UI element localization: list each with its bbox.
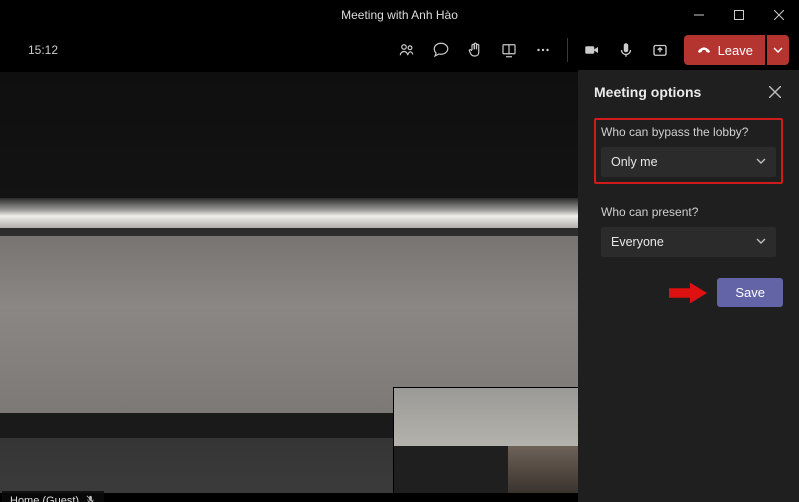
participant-name-pill: Home (Guest) <box>2 491 104 502</box>
save-button[interactable]: Save <box>717 278 783 307</box>
meeting-toolbar: 15:12 Leave <box>0 30 799 70</box>
toolbar-controls: Leave <box>391 30 789 70</box>
leave-button[interactable]: Leave <box>684 35 765 65</box>
camera-icon[interactable] <box>576 34 608 66</box>
chevron-down-icon <box>756 155 766 169</box>
chevron-down-icon <box>756 235 766 249</box>
present-select[interactable]: Everyone <box>601 227 776 257</box>
panel-close-button[interactable] <box>769 85 783 99</box>
present-label: Who can present? <box>601 205 776 219</box>
share-icon[interactable] <box>644 34 676 66</box>
present-select-value: Everyone <box>611 235 664 249</box>
save-row: Save <box>594 278 783 307</box>
more-actions-icon[interactable] <box>527 34 559 66</box>
mic-muted-icon <box>85 494 96 502</box>
close-button[interactable] <box>759 0 799 30</box>
lobby-select[interactable]: Only me <box>601 147 776 177</box>
window-controls <box>679 0 799 30</box>
raise-hand-icon[interactable] <box>459 34 491 66</box>
meeting-timer: 15:12 <box>28 43 58 57</box>
panel-title: Meeting options <box>594 84 701 100</box>
leave-group: Leave <box>684 35 789 65</box>
leave-caret-button[interactable] <box>767 35 789 65</box>
people-icon[interactable] <box>391 34 423 66</box>
chat-icon[interactable] <box>425 34 457 66</box>
participant-name: Home (Guest) <box>10 495 79 502</box>
title-bar: Meeting with Anh Hào <box>0 0 799 30</box>
lobby-option-group: Who can bypass the lobby? Only me <box>594 118 783 184</box>
mic-icon[interactable] <box>610 34 642 66</box>
arrow-annotation <box>669 281 707 305</box>
toolbar-separator <box>567 38 568 62</box>
meeting-options-panel: Meeting options Who can bypass the lobby… <box>578 70 799 502</box>
lobby-select-value: Only me <box>611 155 658 169</box>
video-area: Home (Guest) <box>0 70 578 502</box>
lobby-label: Who can bypass the lobby? <box>601 125 776 139</box>
minimize-button[interactable] <box>679 0 719 30</box>
content-area: Home (Guest) Meeting options Who can byp… <box>0 70 799 502</box>
self-video-thumbnail[interactable] <box>393 387 578 493</box>
maximize-button[interactable] <box>719 0 759 30</box>
present-option-group: Who can present? Everyone <box>594 198 783 264</box>
leave-label: Leave <box>718 43 753 58</box>
rooms-icon[interactable] <box>493 34 525 66</box>
